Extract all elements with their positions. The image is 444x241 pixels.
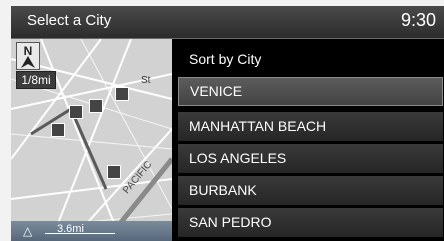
poi-icon	[115, 87, 129, 101]
city-list: Sort by City VENICE MANHATTAN BEACH LOS …	[174, 39, 444, 241]
map-street-label: St	[141, 75, 151, 86]
zoom-level-badge: 1/8mi	[16, 71, 56, 89]
heading-arrow-icon: △	[23, 224, 33, 238]
poi-icon	[89, 99, 103, 113]
poi-icon	[69, 105, 83, 119]
clock: 9:30	[400, 10, 436, 30]
list-item[interactable]: BURBANK	[178, 176, 443, 205]
map-scale-bar: △ 3.6mi	[11, 221, 172, 241]
list-item[interactable]: VENICE	[178, 77, 443, 106]
map-view[interactable]: N 1/8mi St PACIFIC △ 3.6mi	[11, 39, 172, 241]
poi-icon	[107, 165, 121, 179]
north-up-compass-icon[interactable]: N	[16, 42, 40, 70]
screen-title: Select a City	[27, 12, 112, 29]
list-item[interactable]: LOS ANGELES	[178, 144, 443, 173]
list-item[interactable]: SAN PEDRO	[178, 208, 443, 237]
scale-label: 3.6mi	[57, 223, 84, 235]
nav-screen: Select a City 9:30 N 1/8mi St PACIFIC △ …	[11, 6, 444, 241]
title-bar: Select a City 9:30	[11, 6, 444, 39]
list-item[interactable]: MANHATTAN BEACH	[178, 112, 443, 141]
poi-icon	[51, 123, 65, 137]
sort-by-city-button[interactable]: Sort by City	[178, 45, 443, 74]
